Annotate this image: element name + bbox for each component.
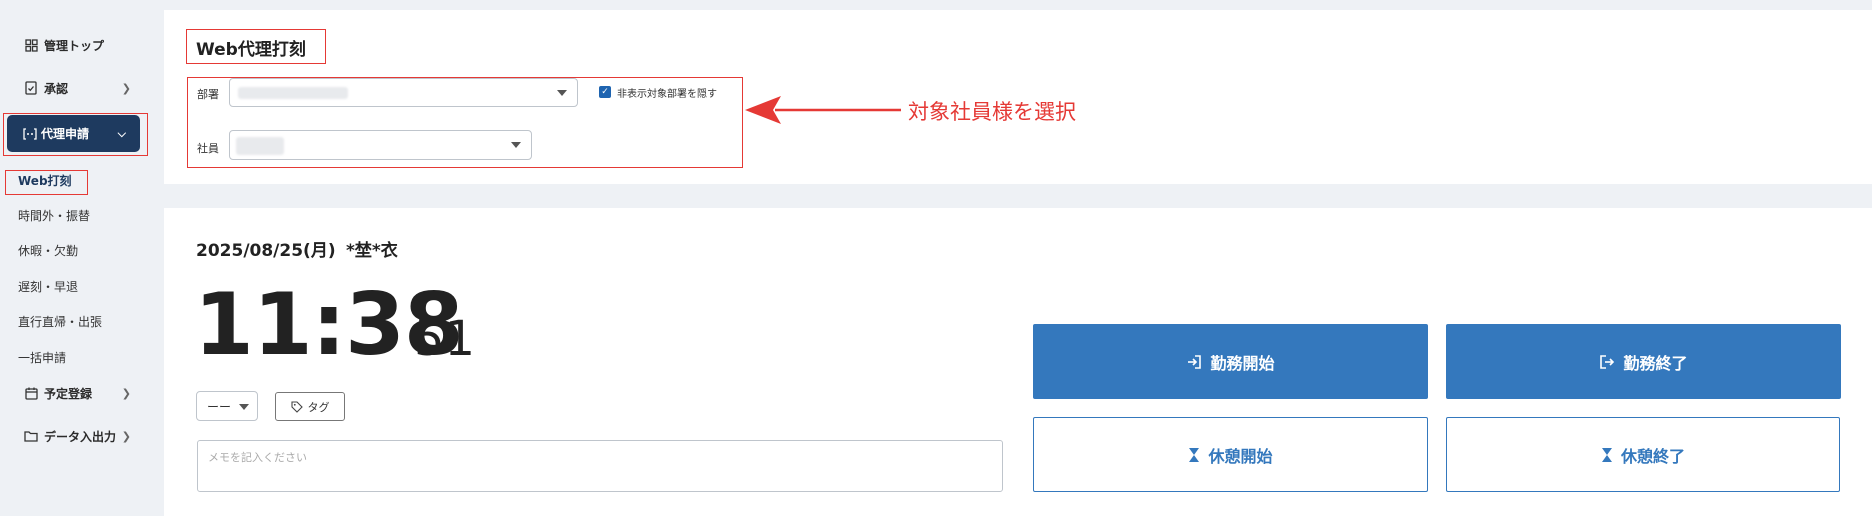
status-select-value: ーー	[207, 399, 232, 414]
annotation-text: 対象社員様を選択	[908, 100, 1076, 124]
chevron-right-icon: ❯	[121, 429, 131, 443]
hourglass-icon	[1601, 447, 1612, 462]
caret-down-icon	[557, 89, 567, 96]
work-start-button[interactable]: 勤務開始	[1033, 324, 1428, 399]
caret-down-icon	[511, 142, 521, 148]
redacted-value	[236, 137, 284, 155]
caret-down-icon	[239, 404, 249, 410]
employee-label: 社員	[197, 142, 219, 155]
calendar-icon	[20, 387, 42, 400]
sidebar-subitem-overtime[interactable]: 時間外・振替	[18, 207, 90, 224]
document-check-icon	[20, 81, 42, 95]
redacted-value	[238, 87, 348, 99]
chevron-right-icon: ❯	[121, 81, 131, 95]
folder-icon	[20, 430, 42, 442]
hide-departments-checkbox[interactable]: ✓	[599, 86, 611, 98]
clock-seconds: 51	[414, 311, 476, 367]
work-end-button[interactable]: 勤務終了	[1446, 324, 1841, 399]
status-select[interactable]: ーー	[196, 391, 258, 421]
sidebar-subitem-late-early[interactable]: 遅刻・早退	[18, 278, 78, 295]
department-label: 部署	[197, 88, 219, 101]
sign-out-icon	[1600, 354, 1615, 369]
department-select[interactable]	[229, 78, 578, 107]
sign-in-icon	[1188, 354, 1202, 369]
break-start-label: 休憩開始	[1208, 446, 1273, 466]
tag-button[interactable]: タグ	[275, 392, 345, 421]
sidebar-item-data-io[interactable]: データ入出力 ❯	[0, 421, 163, 451]
sidebar-subitem-direct-trip[interactable]: 直行直帰・出張	[18, 313, 102, 330]
work-start-label: 勤務開始	[1210, 353, 1275, 373]
work-end-label: 勤務終了	[1623, 353, 1688, 373]
tag-button-label: タグ	[307, 400, 330, 414]
hide-departments-label: 非表示対象部署を隠す	[617, 89, 717, 100]
break-start-button[interactable]: 休憩開始	[1033, 417, 1428, 492]
memo-input[interactable]: メモを記入ください	[197, 440, 1003, 492]
highlight-box	[5, 170, 88, 195]
grid-icon	[20, 38, 42, 52]
memo-placeholder: メモを記入ください	[208, 451, 307, 464]
current-date: 2025/08/25(月)	[196, 241, 336, 261]
annotation-arrow-icon	[745, 96, 901, 124]
sidebar: 管理トップ 承認 ❯ 代理申請 ⌵ Web打刻 時間外・振替 休暇・欠勤 遅刻・…	[0, 0, 163, 516]
sidebar-item-approval[interactable]: 承認 ❯	[0, 73, 163, 103]
employee-select[interactable]	[229, 130, 532, 160]
break-end-label: 休憩終了	[1620, 446, 1685, 466]
sidebar-subitem-bulk-request[interactable]: 一括申請	[18, 349, 66, 366]
sidebar-subitem-leave[interactable]: 休暇・欠勤	[18, 242, 78, 259]
tag-icon	[290, 400, 303, 413]
sidebar-item-schedule[interactable]: 予定登録 ❯	[0, 378, 163, 408]
sidebar-item-admin-top[interactable]: 管理トップ	[0, 30, 163, 60]
chevron-right-icon: ❯	[121, 386, 131, 400]
sidebar-item-label: 予定登録	[44, 386, 93, 401]
employee-name: *埜*衣	[346, 241, 398, 261]
break-end-button[interactable]: 休憩終了	[1446, 417, 1840, 492]
highlight-box	[3, 113, 148, 156]
sidebar-item-label: データ入出力	[44, 429, 117, 444]
hourglass-icon	[1189, 447, 1200, 462]
sidebar-item-label: 管理トップ	[44, 38, 105, 53]
page-title: Web代理打刻	[196, 40, 306, 60]
sidebar-item-label: 承認	[44, 81, 69, 96]
